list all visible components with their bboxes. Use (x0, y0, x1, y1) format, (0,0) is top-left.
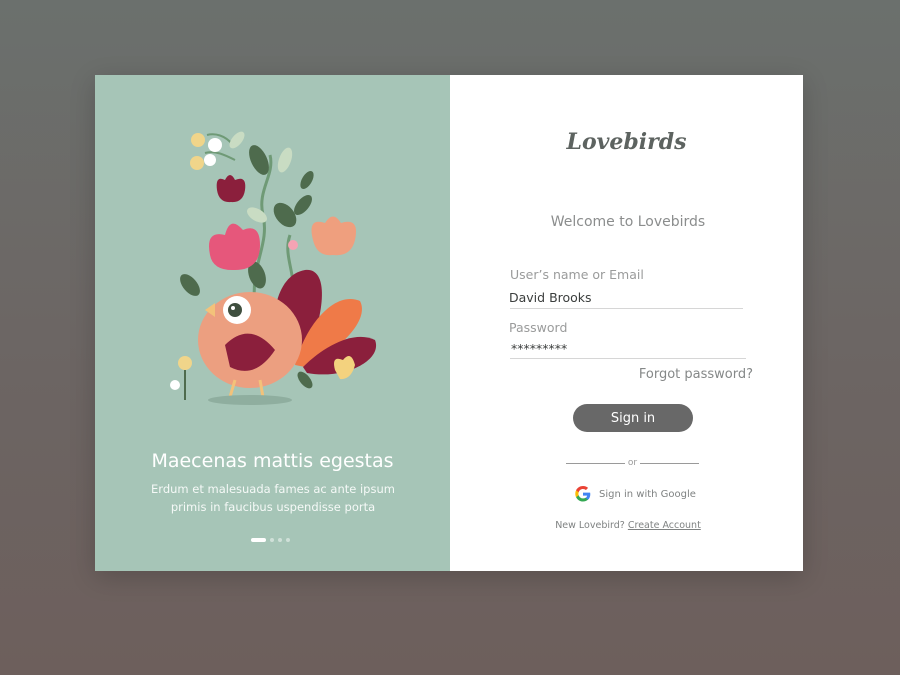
carousel-dots (251, 538, 290, 542)
onboarding-panel: Maecenas mattis egestas Erdum et malesua… (95, 75, 450, 571)
login-card: Maecenas mattis egestas Erdum et malesua… (95, 75, 803, 571)
google-sign-in-label: Sign in with Google (599, 488, 696, 500)
carousel-dot-1[interactable] (251, 538, 266, 542)
brand-logo: Lovebirds (566, 129, 687, 155)
password-input[interactable]: ********* (511, 341, 567, 356)
bird-illustration (170, 131, 377, 405)
carousel-text: Erdum et malesuada fames ac ante ipsum p… (151, 482, 395, 514)
or-label: or (627, 458, 638, 468)
create-account-link[interactable]: Create Account (628, 520, 701, 531)
username-underline (510, 308, 743, 309)
carousel-title: Maecenas mattis egestas (151, 450, 394, 472)
google-sign-in-button[interactable]: Sign in with Google (575, 486, 696, 502)
carousel-dot-2[interactable] (270, 538, 274, 542)
login-form-panel: Lovebirds Welcome to Lovebirds User’s na… (450, 75, 803, 571)
welcome-heading: Welcome to Lovebirds (550, 214, 706, 230)
username-input[interactable]: David Brooks (509, 290, 592, 305)
divider-line-right (640, 462, 699, 464)
username-label: User’s name or Email (510, 267, 644, 282)
password-label: Password (509, 320, 568, 335)
new-account-prompt: New Lovebird? (555, 520, 625, 531)
sign-in-button[interactable]: Sign in (573, 404, 693, 432)
carousel-dot-3[interactable] (278, 538, 282, 542)
or-divider: or (566, 458, 699, 468)
carousel-dot-4[interactable] (286, 538, 290, 542)
forgot-password-link[interactable]: Forgot password? (639, 367, 753, 382)
new-account-row: New Lovebird? Create Account (450, 520, 806, 531)
divider-line-left (566, 462, 625, 464)
google-g-icon (575, 486, 591, 502)
password-underline (510, 358, 746, 359)
